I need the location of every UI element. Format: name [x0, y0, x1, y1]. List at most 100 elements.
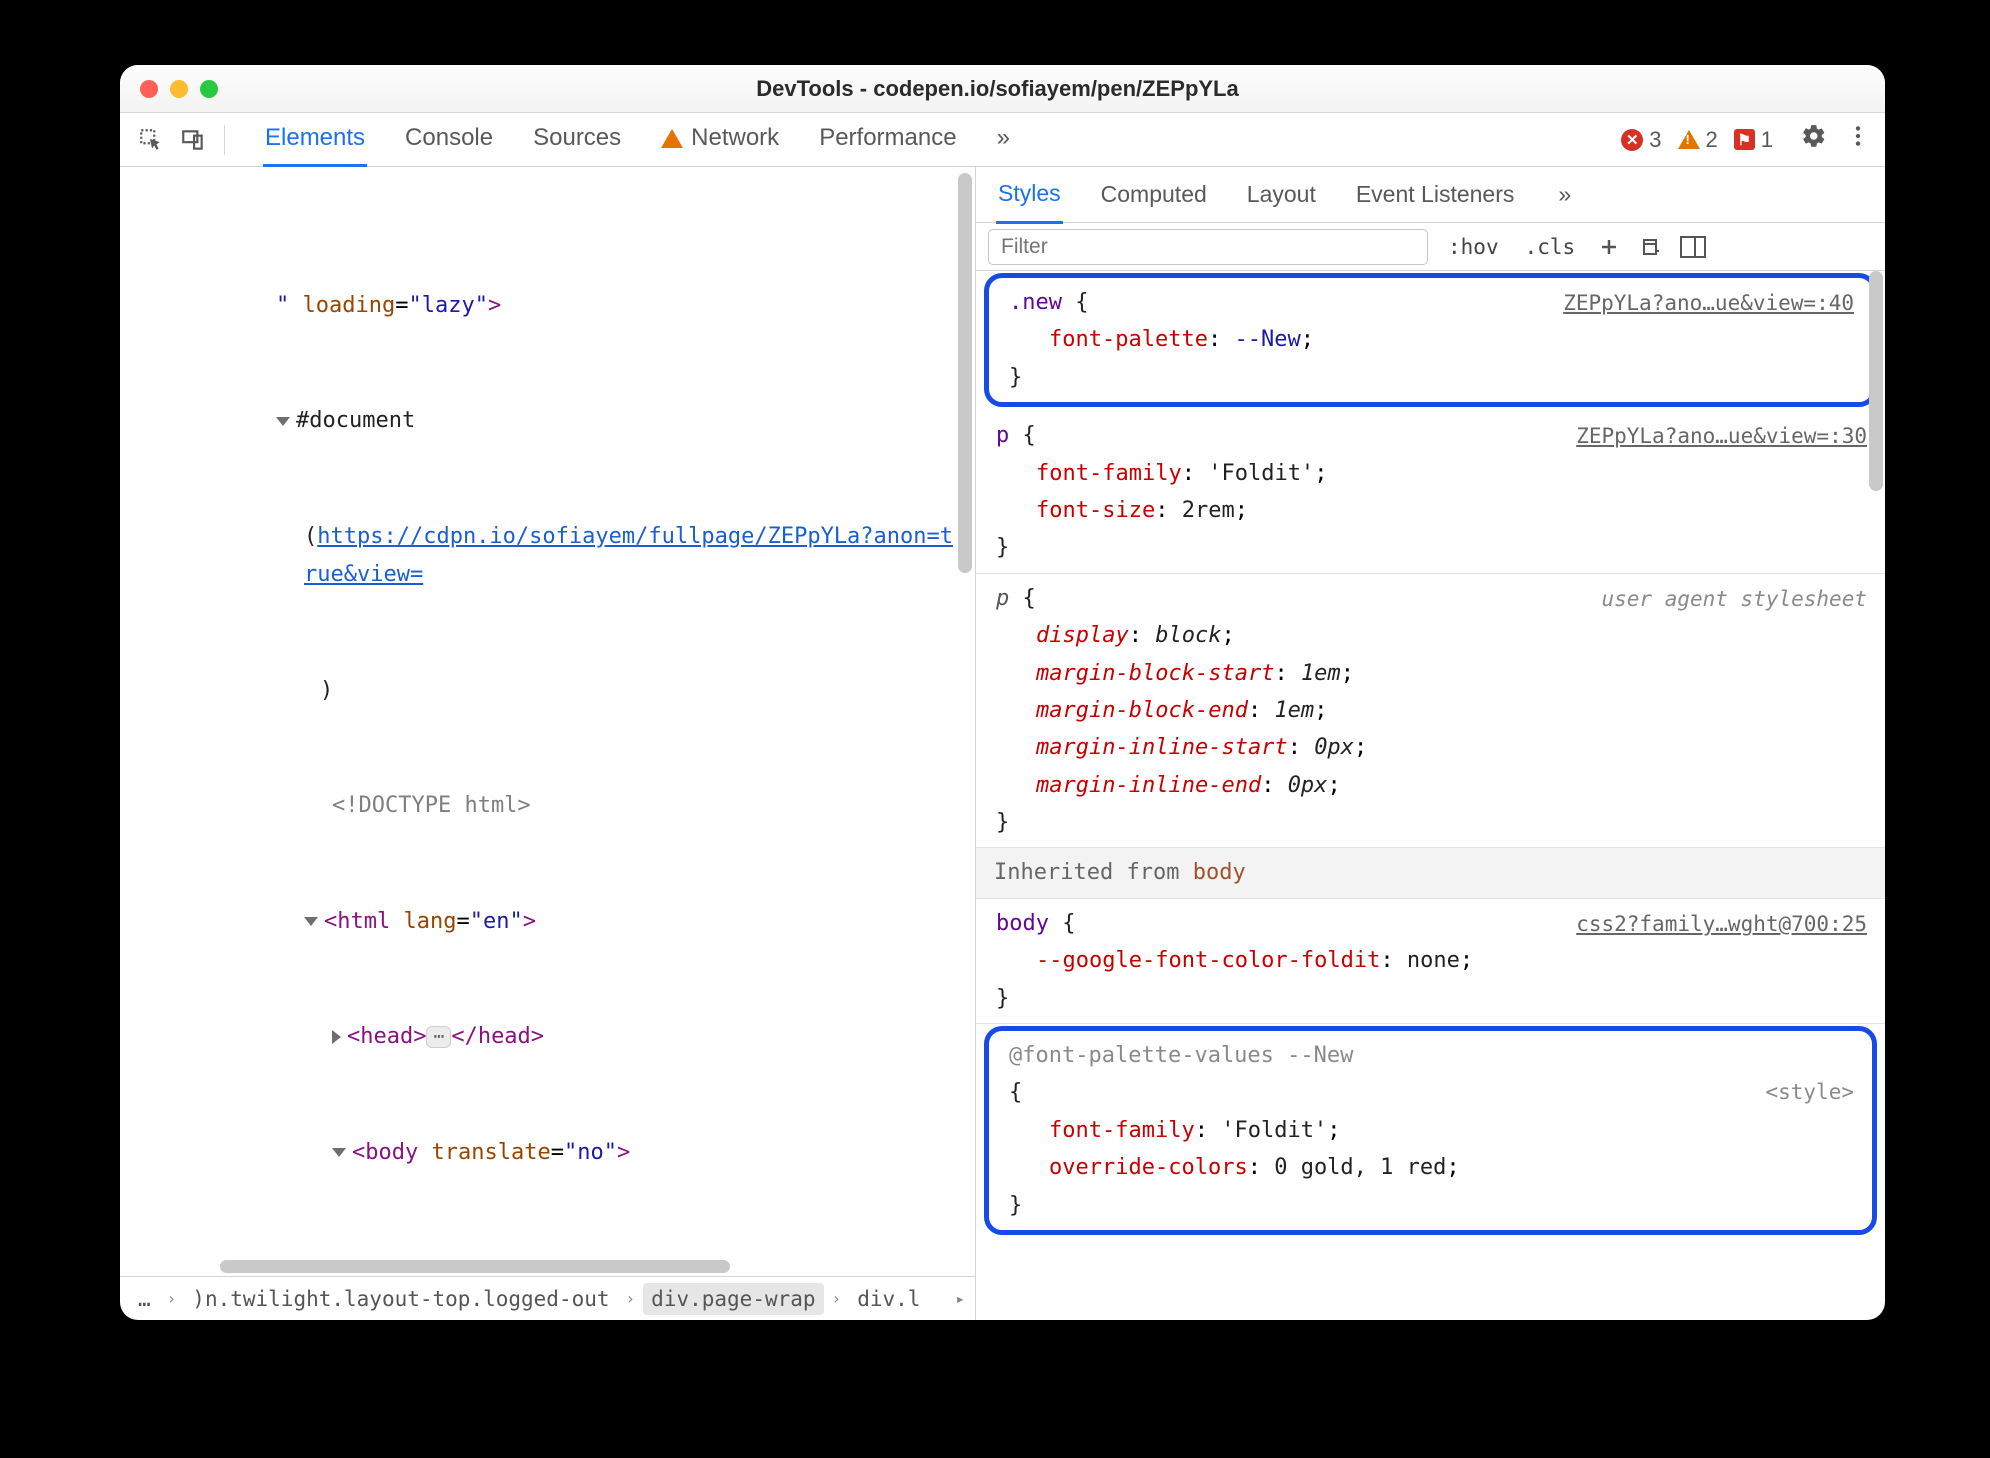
css-property: display — [1036, 623, 1129, 648]
doctype-node[interactable]: <!DOCTYPE html> — [332, 793, 531, 818]
cls-button[interactable]: .cls — [1519, 231, 1582, 263]
window-title: DevTools - codepen.io/sofiayem/pen/ZEPpY… — [230, 76, 1865, 102]
css-property[interactable]: font-family — [1036, 461, 1182, 486]
style-rule: css2?family…wght@700:25 body { --google-… — [976, 899, 1885, 1024]
close-icon[interactable] — [140, 80, 158, 98]
maximize-icon[interactable] — [200, 80, 218, 98]
chevron-right-icon: ▸ — [955, 1289, 965, 1308]
issue-counts: ✕3 2 ⚑1 — [1621, 127, 1773, 153]
css-property[interactable]: override-colors — [1049, 1155, 1248, 1180]
highlighted-rule-1: ZEPpYLa?ano…ue&view=:40 .new { font-pale… — [984, 273, 1877, 407]
scrollbar-horizontal[interactable] — [120, 1256, 975, 1276]
rule-selector[interactable]: .new — [1009, 290, 1062, 315]
tab-network-label: Network — [691, 124, 779, 151]
rule-source: user agent stylesheet — [1601, 582, 1867, 618]
css-property[interactable]: font-family — [1049, 1118, 1195, 1143]
warning-count-value: 2 — [1706, 127, 1718, 153]
css-value: 0px — [1314, 735, 1354, 760]
css-value[interactable]: --New — [1234, 327, 1300, 352]
crumb-item[interactable]: div.l — [849, 1283, 928, 1315]
tab-layout[interactable]: Layout — [1245, 167, 1318, 222]
rule-source-link[interactable]: ZEPpYLa?ano…ue&view=:40 — [1563, 286, 1854, 322]
issues-count-value: 1 — [1761, 127, 1773, 153]
error-count-value: 3 — [1649, 127, 1661, 153]
minimize-icon[interactable] — [170, 80, 188, 98]
inherited-label: Inherited from — [994, 860, 1193, 885]
css-value[interactable]: none — [1407, 948, 1460, 973]
highlighted-rule-2: <style> @font-palette-values --New { fon… — [984, 1026, 1877, 1235]
document-node[interactable]: #document — [296, 408, 415, 433]
tab-sources[interactable]: Sources — [531, 112, 623, 167]
inherited-element[interactable]: body — [1193, 860, 1246, 885]
rule-selector[interactable]: body — [996, 911, 1049, 936]
css-property[interactable]: font-size — [1036, 498, 1155, 523]
issues-icon: ⚑ — [1734, 129, 1755, 150]
settings-button[interactable] — [1801, 123, 1827, 156]
scrollbar-vertical[interactable] — [958, 173, 972, 573]
css-value[interactable]: 'Foldit' — [1208, 461, 1314, 486]
more-tabs[interactable]: » — [995, 112, 1012, 167]
inspect-icon[interactable] — [134, 123, 168, 157]
device-toggle-icon[interactable] — [176, 123, 210, 157]
tab-performance[interactable]: Performance — [817, 112, 958, 167]
inherited-from: Inherited from body — [976, 848, 1885, 898]
elements-panel: " loading="lazy"> #document (https://cdp… — [120, 167, 976, 1320]
breadcrumb: … › )n.twilight.layout-top.logged-out › … — [120, 1276, 975, 1320]
dom-tree[interactable]: " loading="lazy"> #document (https://cdp… — [120, 167, 975, 1256]
tab-network[interactable]: Network — [659, 112, 781, 167]
crumb-item[interactable]: )n.twilight.layout-top.logged-out — [184, 1283, 617, 1315]
styles-rules[interactable]: ZEPpYLa?ano…ue&view=:40 .new { font-pale… — [976, 271, 1885, 1320]
tab-styles[interactable]: Styles — [996, 166, 1063, 224]
rule-selector: p — [996, 586, 1009, 611]
rule-selector[interactable]: p — [996, 423, 1009, 448]
warning-count[interactable]: 2 — [1678, 127, 1718, 153]
css-value[interactable]: 0 gold, 1 red — [1274, 1155, 1446, 1180]
css-value[interactable]: 2rem — [1182, 498, 1235, 523]
css-property[interactable]: --google-font-color-foldit — [1036, 948, 1380, 973]
rule-source-link[interactable]: css2?family…wght@700:25 — [1576, 907, 1867, 943]
hov-button[interactable]: :hov — [1442, 231, 1505, 263]
filter-input[interactable] — [988, 229, 1428, 265]
computed-sidebar-icon[interactable] — [1679, 233, 1707, 261]
divider — [224, 125, 225, 155]
crumb-overflow[interactable]: … — [130, 1283, 159, 1315]
rule-source-link[interactable]: ZEPpYLa?ano…ue&view=:30 — [1576, 419, 1867, 455]
warning-icon — [661, 129, 683, 148]
error-icon: ✕ — [1621, 129, 1643, 151]
at-rule-header[interactable]: @font-palette-values --New — [1009, 1037, 1858, 1074]
scrollbar-thumb[interactable] — [220, 1260, 730, 1273]
more-tabs[interactable]: » — [1556, 167, 1573, 222]
main-content: " loading="lazy"> #document (https://cdp… — [120, 167, 1885, 1320]
tab-computed[interactable]: Computed — [1099, 167, 1209, 222]
styles-toolbar: :hov .cls — [976, 223, 1885, 271]
issues-count[interactable]: ⚑1 — [1734, 127, 1773, 153]
chevron-right-icon: › — [626, 1289, 636, 1308]
error-count[interactable]: ✕3 — [1621, 127, 1661, 153]
titlebar: DevTools - codepen.io/sofiayem/pen/ZEPpY… — [120, 65, 1885, 113]
styles-panel: Styles Computed Layout Event Listeners »… — [976, 167, 1885, 1320]
tab-elements[interactable]: Elements — [263, 112, 367, 167]
css-property[interactable]: font-palette — [1049, 327, 1208, 352]
warning-icon — [1678, 130, 1700, 149]
main-toolbar: Elements Console Sources Network Perform… — [120, 113, 1885, 167]
css-property: margin-block-start — [1036, 661, 1274, 686]
devtools-window: DevTools - codepen.io/sofiayem/pen/ZEPpY… — [120, 65, 1885, 1320]
chevron-right-icon: › — [832, 1289, 842, 1308]
css-value: 1em — [1301, 661, 1341, 686]
kebab-menu[interactable] — [1845, 123, 1871, 156]
rule-source: <style> — [1765, 1075, 1854, 1111]
css-property: margin-inline-start — [1036, 735, 1288, 760]
css-value: block — [1155, 623, 1221, 648]
new-style-rule-icon[interactable] — [1595, 233, 1623, 261]
ellipsis-icon[interactable]: ⋯ — [426, 1026, 451, 1048]
document-url[interactable]: https://cdpn.io/sofiayem/fullpage/ZEPpYL… — [304, 524, 953, 588]
copy-styles-icon[interactable] — [1637, 233, 1665, 261]
css-property: margin-block-end — [1036, 698, 1248, 723]
css-value: 1em — [1274, 698, 1314, 723]
tab-event-listeners[interactable]: Event Listeners — [1354, 167, 1517, 222]
css-value[interactable]: 'Foldit' — [1221, 1118, 1327, 1143]
tab-console[interactable]: Console — [403, 112, 495, 167]
crumb-item-selected[interactable]: div.page-wrap — [643, 1283, 823, 1315]
style-rule-ua: user agent stylesheet p { display: block… — [976, 574, 1885, 849]
panel-tabs: Elements Console Sources Network Perform… — [263, 112, 1012, 167]
